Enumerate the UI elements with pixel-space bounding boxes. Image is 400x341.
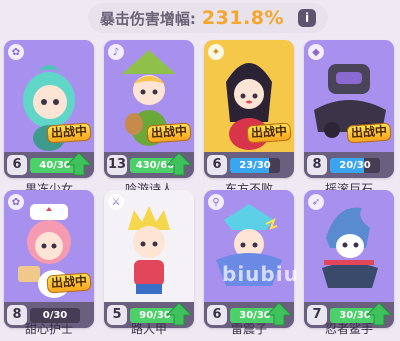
card-level: 13 [107, 155, 127, 175]
assassin-class-icon: ➶ [308, 194, 324, 210]
in-battle-badge: 出战中 [246, 122, 292, 144]
card-level: 6 [7, 155, 27, 175]
card-progress-bar: 20/30 [330, 158, 380, 173]
hero-card-rock-boulder[interactable]: ◆ 出战中 8 20/30 [304, 40, 394, 178]
crit-damage-value: 231.8% [201, 7, 285, 29]
card-name: 雷震子 [230, 322, 267, 336]
upgrade-arrow-icon[interactable] [66, 152, 92, 176]
healer-class-icon: ✿ [8, 44, 24, 60]
hero-card-bard[interactable]: ♪ 出战中 13 430/60 [104, 40, 194, 178]
hero-card-dongfang-bubai[interactable]: ✦ 出战中 6 23/30 [204, 40, 294, 178]
upgrade-arrow-icon[interactable] [166, 152, 192, 176]
in-battle-badge: 出战中 [46, 272, 92, 294]
card-name: 路人甲 [130, 322, 167, 336]
in-battle-badge: 出战中 [46, 122, 92, 144]
hero-card-sweetheart-nurse[interactable]: ✿ 出战中 8 0/30 [4, 190, 94, 328]
support-class-icon: ✿ [8, 194, 24, 210]
progress-text: 23/30 [239, 160, 271, 171]
crit-damage-bar: 暴击伤害增幅: 231.8% i [88, 3, 328, 33]
info-icon[interactable]: i [298, 9, 317, 27]
hero-card-ninja-shark[interactable]: ➶ 7 30/30 [304, 190, 394, 328]
mage-class-icon: ⚲ [208, 194, 224, 210]
warrior-class-icon: ✦ [208, 44, 224, 60]
card-name: 忍者鲨手 [324, 322, 373, 336]
progress-text: 20/30 [339, 160, 371, 171]
card-level: 6 [207, 155, 227, 175]
musician-class-icon: ♪ [108, 44, 124, 60]
defender-class-icon: ◆ [308, 44, 324, 60]
hero-card-passerby[interactable]: ⚔ 5 90/30 [104, 190, 194, 328]
hero-card-lei-zhenzi[interactable]: ⚲ 6 30/30 [204, 190, 294, 328]
card-progress-bar: 23/30 [230, 158, 280, 173]
in-battle-badge: 出战中 [146, 122, 192, 144]
hero-card-jelly-girl[interactable]: ✿ 出战中 6 40/30 [4, 40, 94, 178]
fighter-class-icon: ⚔ [108, 194, 124, 210]
card-level: 8 [307, 155, 327, 175]
card-name: 甜心护士 [24, 322, 73, 336]
watermark: biubiu [222, 262, 299, 286]
crit-damage-label: 暴击伤害增幅: [99, 9, 196, 28]
in-battle-badge: 出战中 [346, 122, 392, 144]
